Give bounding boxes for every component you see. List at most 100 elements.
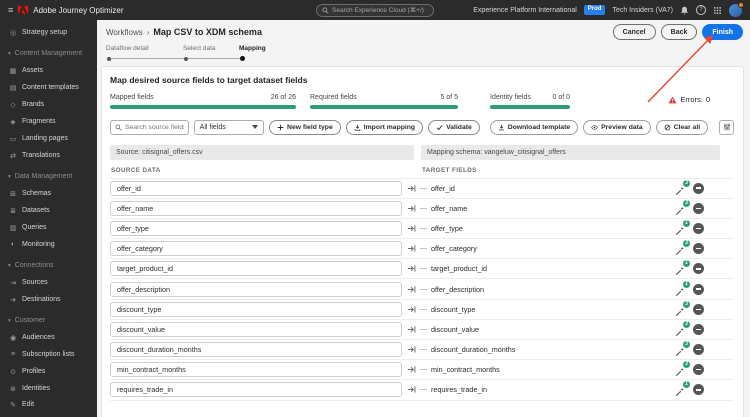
map-field-icon[interactable] xyxy=(407,184,416,193)
import-mapping-button[interactable]: Import mapping xyxy=(345,119,424,135)
target-field[interactable]: min_contract_months xyxy=(431,365,675,374)
sidebar-item-assets[interactable]: ▦ Assets xyxy=(0,62,97,79)
target-field[interactable]: offer_type xyxy=(431,224,675,233)
target-field[interactable]: target_product_id xyxy=(431,264,675,273)
suggestion-wand-icon[interactable]: 1 xyxy=(675,381,690,397)
source-field[interactable]: min_contract_months xyxy=(110,362,402,378)
suggestion-wand-icon[interactable]: 3 xyxy=(675,361,690,377)
breadcrumb-workflows-link[interactable]: Workflows xyxy=(106,28,143,37)
view-settings-button[interactable] xyxy=(719,119,734,135)
sidebar-item-content-templates[interactable]: ▤ Content templates xyxy=(0,79,97,96)
tenant-name[interactable]: Tech Insiders (VA7) xyxy=(612,7,673,14)
sidebar-item-monitoring[interactable]: ◐ Monitoring xyxy=(0,236,97,253)
sidebar-item-strategy-setup[interactable]: ◎ Strategy setup xyxy=(0,24,97,41)
notifications-bell-icon[interactable] xyxy=(680,6,689,15)
sidebar-item-fragments[interactable]: ◈ Fragments xyxy=(0,113,97,130)
map-field-icon[interactable] xyxy=(407,204,416,213)
suggestion-wand-icon[interactable]: 3 xyxy=(675,320,690,337)
step-select-data[interactable]: Select data xyxy=(183,45,216,52)
remove-mapping-button[interactable] xyxy=(693,323,704,335)
global-search-input[interactable] xyxy=(332,6,428,14)
back-button[interactable]: Back xyxy=(660,24,698,40)
source-field[interactable]: offer_type xyxy=(110,220,402,236)
org-name[interactable]: Experience Platform International xyxy=(473,7,577,14)
finish-button[interactable]: Finish xyxy=(702,24,743,40)
suggestion-wand-icon[interactable]: 3 xyxy=(675,341,690,357)
source-field[interactable]: offer_category xyxy=(110,241,402,257)
clear-all-button[interactable]: Clear all xyxy=(655,119,709,135)
target-field[interactable]: discount_type xyxy=(431,305,675,314)
map-field-icon[interactable] xyxy=(407,325,416,334)
source-search-input[interactable] xyxy=(125,123,184,131)
avatar[interactable] xyxy=(729,1,744,17)
apps-grid-icon[interactable] xyxy=(713,6,722,15)
map-field-icon[interactable] xyxy=(407,365,416,374)
hamburger-icon[interactable]: ≡ xyxy=(8,5,13,15)
preview-data-button[interactable]: Preview data xyxy=(583,119,651,135)
remove-mapping-button[interactable] xyxy=(693,283,704,295)
map-field-icon[interactable] xyxy=(407,345,416,354)
field-filter-select[interactable]: All fields xyxy=(193,119,265,135)
step-dataflow-detail[interactable]: Dataflow detail xyxy=(106,45,149,52)
suggestion-wand-icon[interactable]: 1 xyxy=(675,280,690,296)
suggestion-wand-icon[interactable]: 3 xyxy=(675,179,690,195)
sidebar-item-edit[interactable]: ✎ Edit xyxy=(0,396,97,413)
suggestion-wand-icon[interactable]: 1 xyxy=(675,219,690,236)
remove-mapping-button[interactable] xyxy=(693,263,704,275)
sidebar-item-queries[interactable]: ▥ Queries xyxy=(0,219,97,236)
remove-mapping-button[interactable] xyxy=(693,364,704,376)
map-field-icon[interactable] xyxy=(407,224,416,233)
sidebar-item-schemas[interactable]: ⊞ Schemas xyxy=(0,185,97,202)
help-icon[interactable]: ? xyxy=(696,5,706,15)
source-field[interactable]: discount_value xyxy=(110,321,402,337)
remove-mapping-button[interactable] xyxy=(693,243,704,255)
validate-button[interactable]: Validate xyxy=(428,119,480,135)
source-search[interactable] xyxy=(110,119,189,135)
source-field[interactable]: requires_trade_in xyxy=(110,382,402,398)
source-field[interactable]: offer_description xyxy=(110,281,402,297)
remove-mapping-button[interactable] xyxy=(693,182,704,194)
sidebar-item-brands[interactable]: ◇ Brands xyxy=(0,96,97,113)
source-field[interactable]: offer_name xyxy=(110,200,402,216)
map-field-icon[interactable] xyxy=(407,244,416,253)
sidebar-item-profiles[interactable]: ⊙ Profiles xyxy=(0,363,97,380)
sidebar-item-landing-pages[interactable]: ▭ Landing pages xyxy=(0,130,97,147)
target-field[interactable]: requires_trade_in xyxy=(431,385,675,394)
suggestion-wand-icon[interactable]: 3 xyxy=(675,199,690,215)
global-search[interactable] xyxy=(316,3,434,17)
suggestion-wand-icon[interactable]: 3 xyxy=(675,240,690,256)
new-field-type-button[interactable]: New field type xyxy=(269,119,341,135)
cancel-button[interactable]: Cancel xyxy=(612,24,656,40)
remove-mapping-button[interactable] xyxy=(693,222,704,234)
sidebar-item-subscription-lists[interactable]: ≡ Subscription lists xyxy=(0,346,97,363)
sidebar-item-identities[interactable]: ⊛ Identities xyxy=(0,380,97,397)
source-field[interactable]: discount_duration_months xyxy=(110,342,402,358)
sidebar-item-audiences[interactable]: ◉ Audiences xyxy=(0,329,97,346)
sidebar-section-content-management[interactable]: ▾ Content Management xyxy=(0,45,97,62)
sidebar-section-data-management[interactable]: ▾ Data Management xyxy=(0,168,97,185)
target-field[interactable]: offer_name xyxy=(431,204,675,213)
sidebar-section-connections[interactable]: ▾ Connections xyxy=(0,257,97,274)
map-field-icon[interactable] xyxy=(407,305,416,314)
remove-mapping-button[interactable] xyxy=(693,303,704,315)
remove-mapping-button[interactable] xyxy=(693,384,704,396)
download-template-button[interactable]: Download template xyxy=(489,119,579,135)
target-field[interactable]: discount_duration_months xyxy=(431,345,675,354)
source-field[interactable]: discount_type xyxy=(110,301,402,317)
remove-mapping-button[interactable] xyxy=(693,344,704,356)
map-field-icon[interactable] xyxy=(407,285,416,294)
sidebar-item-sources[interactable]: ⇥ Sources xyxy=(0,274,97,291)
source-field[interactable]: offer_id xyxy=(110,180,402,196)
target-field[interactable]: offer_description xyxy=(431,285,675,294)
target-field[interactable]: discount_value xyxy=(431,325,675,334)
map-field-icon[interactable] xyxy=(407,264,416,273)
target-field[interactable]: offer_id xyxy=(431,184,675,193)
source-field[interactable]: target_product_id xyxy=(110,261,402,277)
suggestion-wand-icon[interactable]: 3 xyxy=(675,300,690,316)
sidebar-item-translations[interactable]: ⇄ Translations xyxy=(0,147,97,164)
suggestion-wand-icon[interactable]: 1 xyxy=(675,260,690,276)
sidebar-section-customer[interactable]: ▾ Customer xyxy=(0,312,97,329)
map-field-icon[interactable] xyxy=(407,385,416,394)
target-field[interactable]: offer_category xyxy=(431,244,675,253)
sidebar-item-datasets[interactable]: ≣ Datasets xyxy=(0,202,97,219)
